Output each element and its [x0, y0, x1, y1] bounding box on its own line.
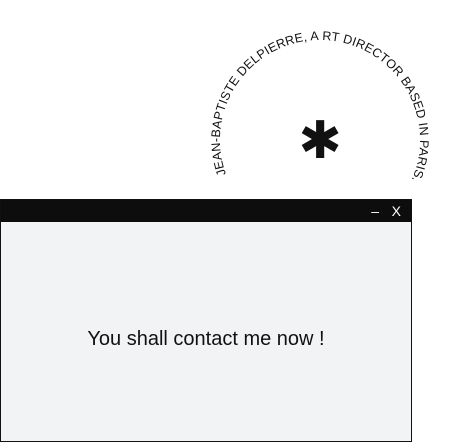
close-button[interactable]: X: [392, 202, 401, 220]
minimize-button[interactable]: –: [371, 202, 379, 220]
asterisk-icon: ✱: [298, 111, 342, 171]
page: JEAN-BAPTISTE DELPIERRE, A RT DIRECTOR B…: [0, 0, 464, 444]
dialog-window: – X You shall contact me now !: [0, 199, 412, 442]
window-titlebar[interactable]: – X: [1, 200, 411, 222]
dialog-message: You shall contact me now !: [87, 328, 325, 350]
